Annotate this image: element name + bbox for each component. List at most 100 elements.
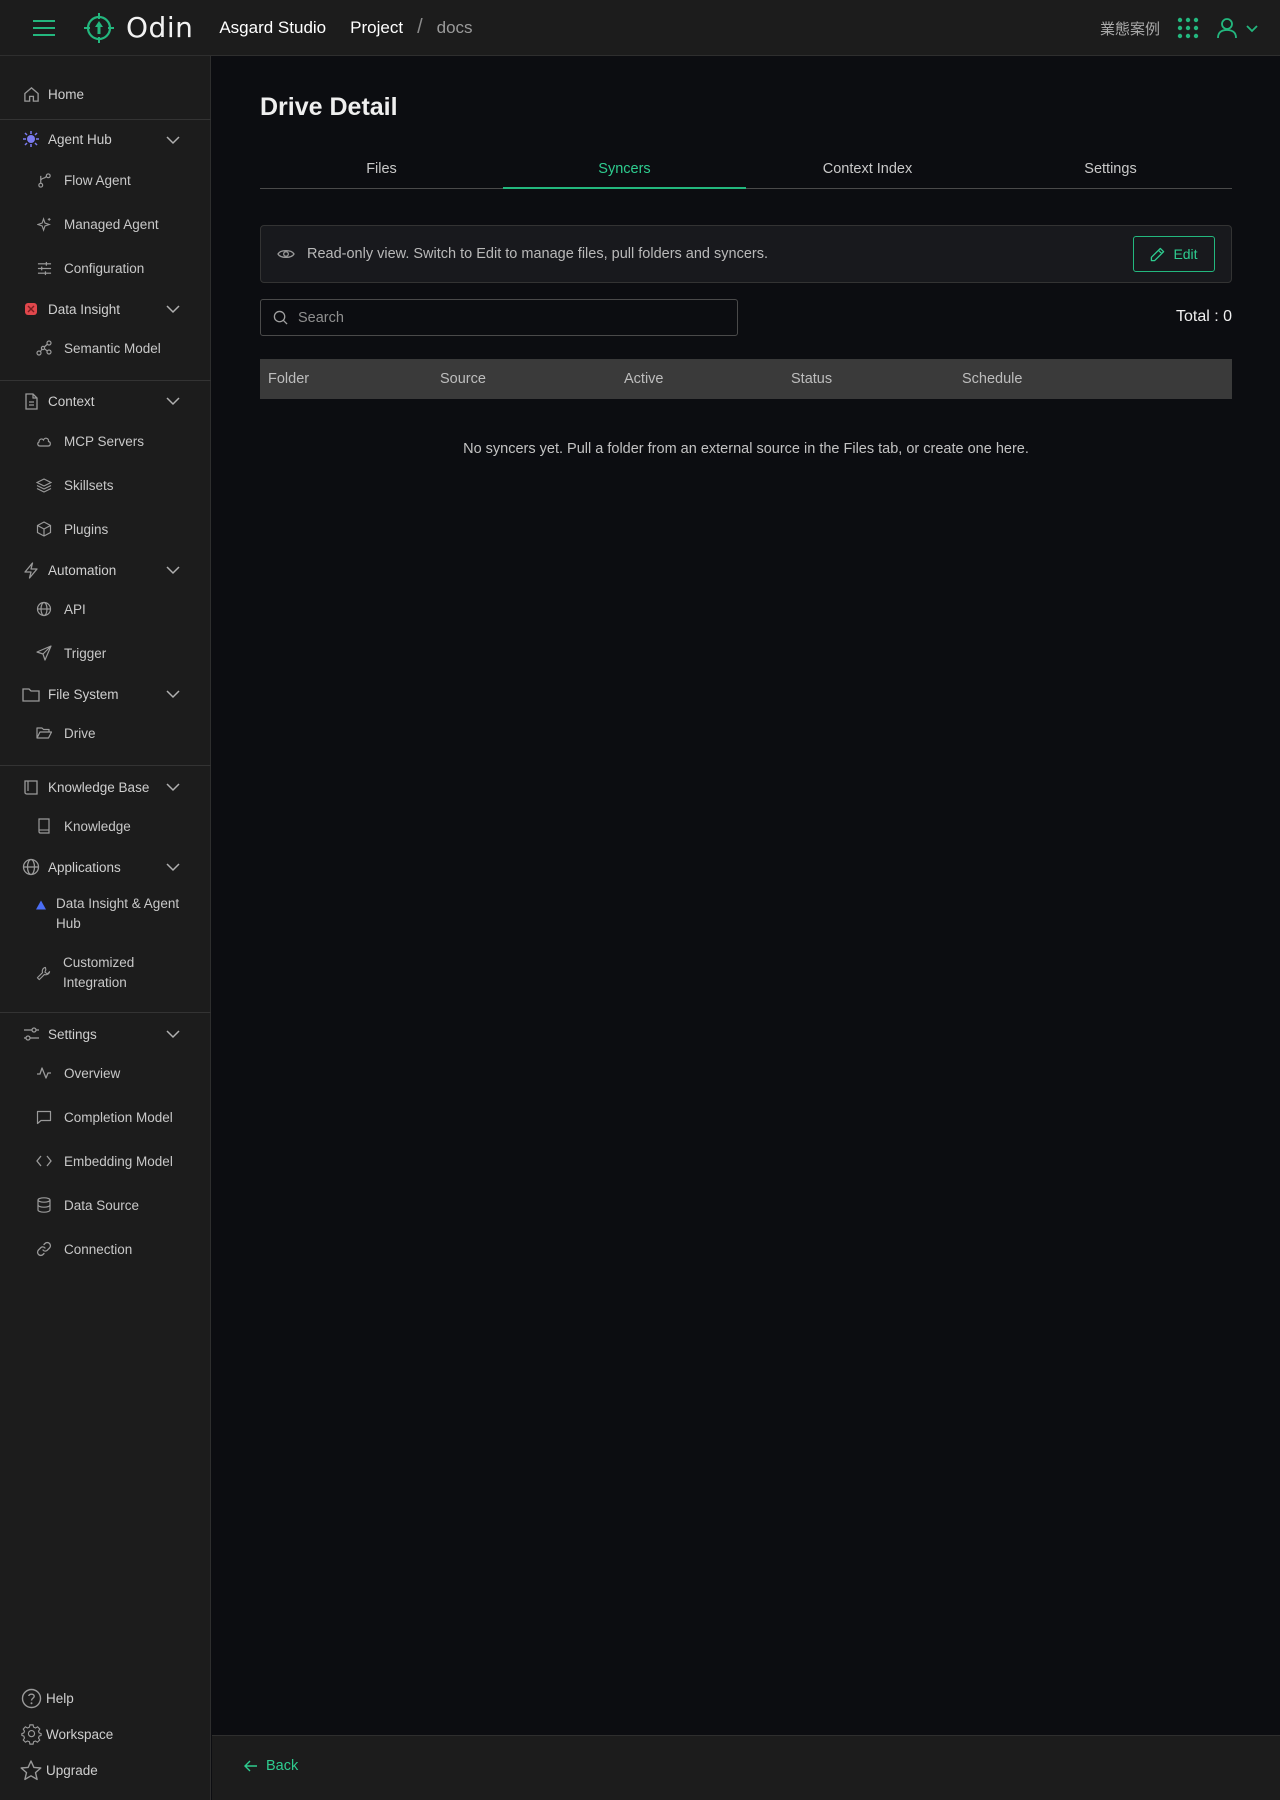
sidebar-item-label: MCP Servers	[64, 433, 145, 449]
edit-button-label: Edit	[1173, 246, 1198, 262]
agent-hub-icon	[22, 130, 40, 148]
search-input[interactable]	[298, 309, 718, 326]
link-icon	[36, 1241, 52, 1257]
layers-icon	[36, 477, 52, 493]
sidebar-item-configuration[interactable]: Configuration	[36, 260, 144, 276]
sidebar-item-mcp-servers[interactable]: MCP Servers	[36, 433, 144, 449]
back-button[interactable]: Back	[244, 1758, 298, 1774]
sidebar-item-label: Overview	[64, 1065, 121, 1081]
chevron-down-icon[interactable]	[166, 302, 180, 316]
help-icon	[20, 1687, 42, 1709]
column-header-status[interactable]: Status	[791, 371, 832, 387]
odin-logo-icon	[84, 12, 114, 43]
sidebar-item-label: Managed Agent	[64, 216, 159, 232]
graph-nodes-icon	[36, 340, 52, 356]
sidebar-item-plugins[interactable]: Plugins	[36, 521, 108, 537]
sidebar-section-data-insight[interactable]: Data Insight	[22, 300, 120, 318]
column-header-active[interactable]: Active	[624, 371, 664, 387]
send-icon	[36, 645, 52, 661]
divider	[0, 119, 211, 120]
activity-icon	[36, 1065, 52, 1081]
sidebar-section-automation[interactable]: Automation	[22, 561, 116, 579]
sidebar-item-data-source[interactable]: Data Source	[36, 1197, 139, 1213]
sidebar-item-customized-integration[interactable]: Customized Integration	[36, 953, 186, 993]
sidebar-item-embedding-model[interactable]: Embedding Model	[36, 1153, 173, 1169]
sidebar-item-label: Knowledge	[64, 818, 131, 834]
apps-grid-icon[interactable]	[1176, 16, 1200, 40]
sidebar-item-label: Skillsets	[64, 477, 114, 493]
hamburger-menu-icon[interactable]	[22, 6, 66, 50]
tab-bar: Files Syncers Context Index Settings	[260, 153, 1232, 189]
sidebar-section-context[interactable]: Context	[22, 392, 95, 410]
globe-icon	[22, 858, 40, 876]
column-header-source[interactable]: Source	[440, 371, 486, 387]
odin-logo[interactable]: Odin	[84, 11, 193, 44]
divider	[0, 765, 211, 766]
sidebar-section-file-system[interactable]: File System	[22, 685, 119, 703]
notebook-icon	[36, 818, 52, 834]
sidebar-section-applications[interactable]: Applications	[22, 858, 121, 876]
edit-button[interactable]: Edit	[1133, 236, 1215, 272]
chevron-down-icon[interactable]	[166, 133, 180, 147]
sidebar-section-agent-hub[interactable]: Agent Hub	[22, 130, 212, 148]
code-icon	[36, 1153, 52, 1169]
sidebar-item-home[interactable]: Home	[22, 85, 84, 103]
sidebar-item-knowledge[interactable]: Knowledge	[36, 818, 131, 834]
sidebar-item-label: Data Source	[64, 1197, 140, 1213]
search-box	[260, 299, 738, 336]
chevron-down-icon[interactable]	[166, 394, 180, 408]
sidebar-item-completion-model[interactable]: Completion Model	[36, 1109, 173, 1125]
breadcrumb-project[interactable]: Project	[350, 18, 403, 38]
language-label[interactable]: 業態案例	[1100, 18, 1160, 39]
sidebar-section-knowledge-base[interactable]: Knowledge Base	[22, 778, 149, 796]
sidebar-item-upgrade[interactable]: Upgrade	[20, 1759, 98, 1781]
sidebar-item-flow-agent[interactable]: Flow Agent	[36, 172, 131, 188]
sidebar-item-semantic-model[interactable]: Semantic Model	[36, 340, 161, 356]
sidebar-item-skillsets[interactable]: Skillsets	[36, 477, 114, 493]
sidebar-item-help[interactable]: Help	[20, 1687, 74, 1709]
breadcrumb-current: docs	[436, 17, 473, 37]
user-menu-button[interactable]	[1216, 17, 1260, 39]
sidebar: Home Agent Hub Flow Agent Managed Agent …	[0, 56, 211, 1800]
star-icon	[20, 1759, 42, 1781]
chevron-down-icon[interactable]	[166, 1027, 180, 1041]
column-header-schedule[interactable]: Schedule	[962, 371, 1022, 387]
sidebar-item-label: Configuration	[64, 260, 145, 276]
sidebar-item-workspace[interactable]: Workspace	[20, 1723, 113, 1745]
sidebar-item-managed-agent[interactable]: Managed Agent	[36, 216, 159, 232]
sidebar-item-overview[interactable]: Overview	[36, 1065, 120, 1081]
data-insight-icon	[22, 300, 40, 318]
back-button-label: Back	[266, 1758, 299, 1774]
sidebar-section-label: Automation	[48, 562, 117, 578]
sidebar-item-label: Upgrade	[46, 1762, 98, 1778]
sidebar-item-drive[interactable]: Drive	[36, 725, 96, 741]
sidebar-item-connection[interactable]: Connection	[36, 1241, 132, 1257]
sliders-icon	[36, 260, 52, 276]
column-header-folder[interactable]: Folder	[268, 371, 309, 387]
sidebar-item-api[interactable]: API	[36, 601, 86, 617]
sidebar-item-label: Customized Integration	[63, 955, 135, 990]
sidebar-item-trigger[interactable]: Trigger	[36, 645, 106, 661]
tab-context-index[interactable]: Context Index	[746, 153, 989, 188]
sidebar-item-data-insight-agent-hub[interactable]: Data Insight & Agent Hub	[36, 894, 186, 934]
sidebar-item-label: Data Insight & Agent Hub	[56, 896, 180, 931]
chevron-down-icon[interactable]	[166, 780, 180, 794]
page-title: Drive Detail	[260, 93, 398, 121]
sidebar-section-label: Settings	[48, 1026, 97, 1042]
tab-syncers[interactable]: Syncers	[503, 153, 746, 189]
tab-files[interactable]: Files	[260, 153, 503, 188]
studio-name[interactable]: Asgard Studio	[219, 18, 326, 38]
sidebar-section-settings[interactable]: Settings	[22, 1025, 97, 1043]
tab-settings[interactable]: Settings	[989, 153, 1232, 188]
home-icon	[22, 85, 40, 103]
sidebar-item-label: Home	[48, 86, 85, 102]
sidebar-item-label: Completion Model	[64, 1109, 173, 1125]
chevron-down-icon[interactable]	[166, 860, 180, 874]
sparkle-icon	[36, 216, 52, 232]
pencil-icon	[1151, 247, 1165, 261]
settings-sliders-icon	[22, 1025, 40, 1043]
main-content: Drive Detail Files Syncers Context Index…	[212, 57, 1280, 1735]
chevron-down-icon	[1246, 25, 1258, 33]
chevron-down-icon[interactable]	[166, 563, 180, 577]
chevron-down-icon[interactable]	[166, 687, 180, 701]
